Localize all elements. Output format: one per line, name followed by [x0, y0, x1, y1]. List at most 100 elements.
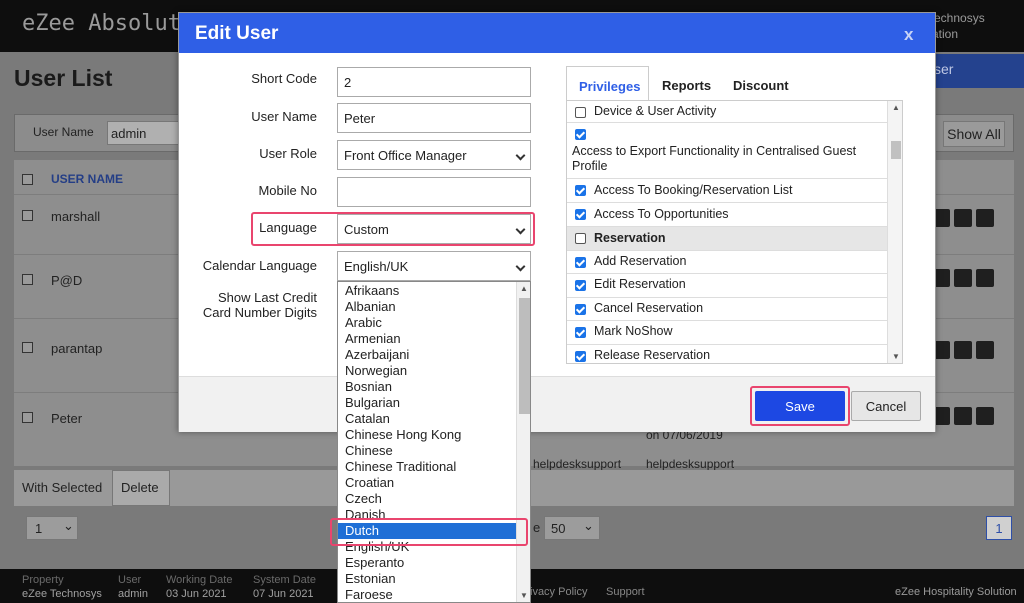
per-page-select[interactable]: 50 ⌄	[544, 516, 600, 540]
close-icon[interactable]: x	[904, 25, 913, 45]
column-user-name[interactable]: USER NAME	[51, 172, 123, 186]
show-last-digits-label: Show Last Credit Card Number Digits	[203, 290, 317, 320]
info-icon[interactable]	[976, 209, 994, 227]
dropdown-option[interactable]: Catalan	[338, 411, 516, 427]
support-link[interactable]: Support	[606, 585, 645, 599]
calendar-language-select[interactable]: English/UK	[337, 251, 531, 281]
dropdown-option[interactable]: Chinese	[338, 443, 516, 459]
privacy-policy-link[interactable]: ivacy Policy	[530, 585, 587, 599]
info-icon[interactable]	[976, 407, 994, 425]
short-code-input[interactable]: 2	[337, 67, 531, 97]
privilege-item[interactable]: Mark NoShow	[567, 321, 887, 345]
message-icon[interactable]	[954, 407, 972, 425]
checkbox[interactable]	[575, 327, 586, 338]
privilege-label: Mark NoShow	[594, 324, 673, 338]
with-selected-label: With Selected	[22, 480, 103, 495]
language-dropdown-list[interactable]: Afrikaans Albanian Arabic Armenian Azerb…	[337, 281, 531, 603]
privilege-label: Edit Reservation	[594, 277, 686, 291]
delete-button[interactable]: Delete	[112, 470, 170, 506]
privilege-item[interactable]: Device & User Activity	[567, 101, 887, 123]
page-select[interactable]: 1 ⌄	[26, 516, 78, 540]
privilege-item[interactable]: Add Reservation	[567, 251, 887, 274]
checkbox[interactable]	[575, 209, 586, 220]
dutch-highlight	[330, 518, 528, 546]
scroll-down-icon[interactable]: ▼	[892, 352, 900, 361]
privilege-item[interactable]: Access to Export Functionality in Centra…	[567, 123, 887, 179]
mobile-input[interactable]	[337, 177, 531, 207]
checkbox[interactable]	[575, 304, 586, 315]
status-user-label: User	[118, 574, 142, 586]
tab-privileges[interactable]: Privileges	[566, 66, 649, 104]
dropdown-option[interactable]: Azerbaijani	[338, 347, 516, 363]
dropdown-option[interactable]: Faroese	[338, 587, 516, 602]
cancel-button[interactable]: Cancel	[851, 391, 921, 421]
scrollbar-thumb[interactable]	[519, 298, 530, 414]
edit-user-dialog: Edit User x Short Code 2 User Name Peter…	[178, 12, 936, 432]
info-icon[interactable]	[976, 269, 994, 287]
dropdown-option[interactable]: Chinese Hong Kong	[338, 427, 516, 443]
status-working-date-label: Working Date	[166, 574, 233, 586]
dropdown-option[interactable]: Afrikaans	[338, 283, 516, 299]
chevron-down-icon	[515, 261, 526, 272]
privilege-item[interactable]: Cancel Reservation	[567, 298, 887, 321]
scroll-up-icon[interactable]: ▲	[520, 284, 528, 293]
show-all-button[interactable]: Show All	[943, 121, 1005, 147]
checkbox[interactable]	[575, 129, 586, 140]
row-checkbox[interactable]	[22, 342, 33, 353]
dropdown-scrollbar[interactable]: ▲ ▼	[516, 282, 530, 602]
checkbox[interactable]	[575, 351, 586, 362]
dropdown-option[interactable]: Estonian	[338, 571, 516, 587]
add-user-button[interactable]: ser	[930, 54, 1024, 88]
dropdown-option[interactable]: Norwegian	[338, 363, 516, 379]
page-select-value: 1	[35, 521, 43, 536]
checkbox[interactable]	[575, 233, 586, 244]
mobile-label: Mobile No	[258, 183, 317, 198]
checkbox[interactable]	[575, 107, 586, 118]
privilege-item[interactable]: Release Reservation	[567, 345, 887, 363]
privilege-item[interactable]: Access To Booking/Reservation List	[567, 179, 887, 203]
privilege-item[interactable]: Access To Opportunities	[567, 203, 887, 227]
show-last-digits-line-1: Show Last Credit	[218, 290, 317, 305]
page-number-button[interactable]: 1	[986, 516, 1012, 540]
dropdown-option[interactable]: Armenian	[338, 331, 516, 347]
privilege-label: Release Reservation	[594, 348, 711, 362]
dropdown-option[interactable]: Bulgarian	[338, 395, 516, 411]
tab-discount[interactable]: Discount	[733, 66, 789, 104]
calendar-language-label: Calendar Language	[202, 258, 317, 273]
per-page-value: 50	[551, 521, 566, 536]
checkbox[interactable]	[575, 280, 586, 291]
dropdown-option[interactable]: Albanian	[338, 299, 516, 315]
user-name-input[interactable]: Peter	[337, 103, 531, 133]
message-icon[interactable]	[954, 209, 972, 227]
privilege-section[interactable]: Reservation	[567, 227, 887, 251]
checkbox[interactable]	[575, 257, 586, 268]
privilege-item[interactable]: Edit Reservation	[567, 274, 887, 298]
user-role-select[interactable]: Front Office Manager	[337, 140, 531, 170]
message-icon[interactable]	[954, 269, 972, 287]
message-icon[interactable]	[954, 341, 972, 359]
row-checkbox[interactable]	[22, 274, 33, 285]
privileges-list[interactable]: Device & User Activity Access to Export …	[566, 100, 903, 364]
dropdown-option[interactable]: Bosnian	[338, 379, 516, 395]
tab-reports[interactable]: Reports	[662, 66, 711, 104]
filter-input[interactable]: admin	[107, 121, 187, 145]
dropdown-option[interactable]: Esperanto	[338, 555, 516, 571]
dropdown-option[interactable]: Chinese Traditional	[338, 459, 516, 475]
select-all-checkbox[interactable]	[22, 174, 33, 185]
info-icon[interactable]	[976, 341, 994, 359]
short-code-label: Short Code	[251, 71, 317, 86]
calendar-language-value: English/UK	[344, 259, 409, 274]
scrollbar-thumb[interactable]	[891, 141, 901, 159]
status-working-date: Working Date 03 Jun 2021	[166, 573, 232, 601]
row-checkbox[interactable]	[22, 210, 33, 221]
checkbox[interactable]	[575, 185, 586, 196]
dropdown-option[interactable]: Arabic	[338, 315, 516, 331]
dropdown-option[interactable]: Czech	[338, 491, 516, 507]
dropdown-option[interactable]: Croatian	[338, 475, 516, 491]
scroll-down-icon[interactable]: ▼	[520, 591, 528, 600]
row-checkbox[interactable]	[22, 412, 33, 423]
row-user-name: Peter	[51, 411, 83, 426]
language-highlight	[251, 212, 535, 246]
scroll-up-icon[interactable]: ▲	[892, 103, 900, 112]
privileges-scrollbar[interactable]: ▲ ▼	[887, 101, 902, 363]
